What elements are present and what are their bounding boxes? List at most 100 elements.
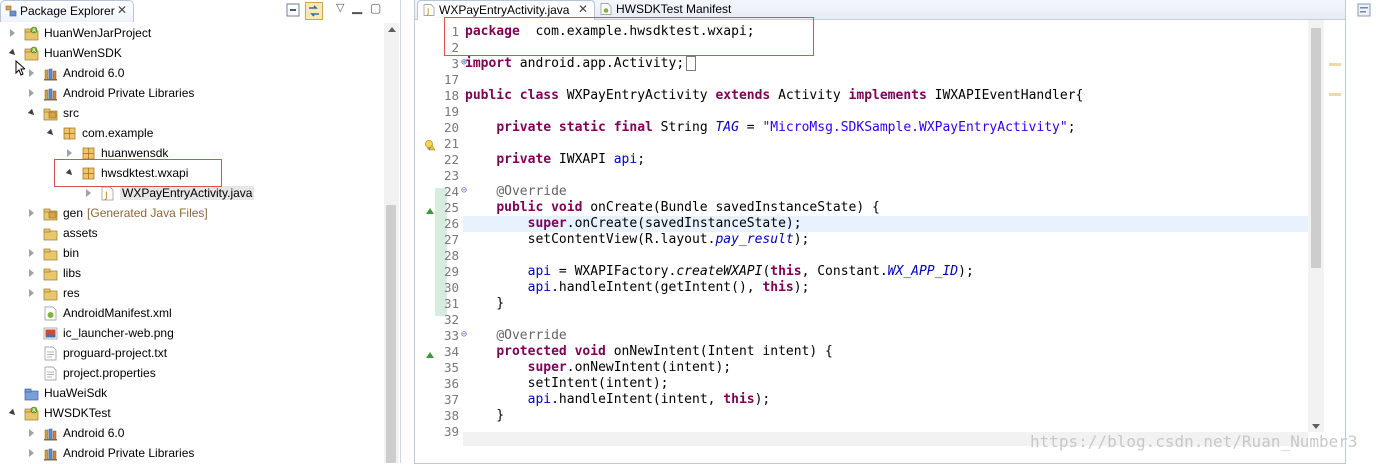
package-explorer-view: Package Explorer ✕ ▽ ▁ ▢ A HuanWenJarProj… xyxy=(0,0,401,463)
code-area[interactable]: package com.example.hwsdktest.wxapi; impo… xyxy=(463,20,1308,432)
expanded-arrow-icon[interactable] xyxy=(8,48,18,58)
code-token: onCreate(Bundle savedInstanceState) { xyxy=(582,200,880,215)
code-token: setContentView(R.layout. xyxy=(465,232,716,247)
tree-scroll-thumb[interactable] xyxy=(386,205,396,463)
expanded-arrow-icon[interactable] xyxy=(46,128,56,138)
line-number: 38 xyxy=(443,408,459,423)
tree-item-text: WXPayEntryActivity.java xyxy=(122,186,253,200)
code-token: WXPayEntryActivity xyxy=(558,88,716,103)
code-token: , Constant. xyxy=(801,264,888,279)
scroll-up-icon[interactable] xyxy=(388,27,396,32)
code-line: api.handleIntent(intent, this); xyxy=(465,392,771,408)
code-token: ); xyxy=(793,280,810,295)
scroll-down-icon[interactable] xyxy=(1312,424,1320,429)
code-token: api xyxy=(613,152,638,167)
tree-item[interactable]: libs xyxy=(0,263,384,283)
minimize-icon[interactable]: ▁ xyxy=(352,0,368,16)
tree-item-label: ic_launcher-web.png xyxy=(63,326,174,340)
code-line: public class WXPayEntryActivity extends … xyxy=(465,88,1083,104)
tree-item[interactable]: assets xyxy=(0,223,384,243)
editor-scroll-thumb[interactable] xyxy=(1311,28,1321,268)
library-icon xyxy=(44,68,57,81)
tree-item[interactable]: project.properties xyxy=(0,363,384,383)
maximize-icon[interactable]: ▢ xyxy=(370,1,386,17)
tree-item-label: libs xyxy=(63,266,81,280)
tree-item-label: project.properties xyxy=(63,366,156,380)
tree-item-text: Android 6.0 xyxy=(63,426,125,440)
tree-item[interactable]: AndroidManifest.xml xyxy=(0,303,384,323)
code-token: String xyxy=(652,120,716,135)
tree-item-label: res xyxy=(63,286,80,300)
collapsed-arrow-icon[interactable] xyxy=(29,289,34,297)
outline-view-icon[interactable] xyxy=(1356,2,1372,18)
tree-item[interactable]: A HuanWenSDK xyxy=(0,43,384,63)
tree-item-decoration: [Generated Java Files] xyxy=(87,206,208,220)
collapsed-arrow-icon[interactable] xyxy=(86,189,91,197)
close-icon[interactable]: ✕ xyxy=(578,2,588,16)
collapsed-arrow-icon[interactable] xyxy=(29,269,34,277)
line-number: 37 xyxy=(443,392,459,407)
collapsed-arrow-icon[interactable] xyxy=(29,69,34,77)
library-icon xyxy=(44,88,57,101)
collapsed-arrow-icon[interactable] xyxy=(10,29,15,37)
code-token: ); xyxy=(754,392,771,407)
close-icon[interactable]: ✕ xyxy=(117,3,127,17)
tab-package-explorer[interactable]: Package Explorer ✕ xyxy=(0,0,134,22)
collapsed-arrow-icon[interactable] xyxy=(29,249,34,257)
overview-marker[interactable] xyxy=(1329,63,1341,66)
editor-vertical-scrollbar[interactable] xyxy=(1308,20,1324,432)
svg-text:A: A xyxy=(32,28,36,34)
tree-vertical-scrollbar[interactable] xyxy=(384,23,399,463)
collapsed-arrow-icon[interactable] xyxy=(29,209,34,217)
collapsed-arrow-icon[interactable] xyxy=(29,429,34,437)
tree-item-text: com.example xyxy=(82,126,154,140)
overview-marker[interactable] xyxy=(1329,93,1341,96)
tree-item[interactable]: gen [Generated Java Files] xyxy=(0,203,384,223)
tree-item[interactable]: Android Private Libraries xyxy=(0,83,384,103)
code-token: = xyxy=(738,120,763,135)
link-with-editor-icon[interactable] xyxy=(305,2,323,20)
view-menu-icon[interactable]: ▽ xyxy=(336,1,352,17)
tree-item[interactable]: Android 6.0 xyxy=(0,63,384,83)
text-file-icon xyxy=(44,366,57,381)
tree-item[interactable]: proguard-project.txt xyxy=(0,343,384,363)
editor-tab-label: WXPayEntryActivity.java xyxy=(439,3,570,17)
collapsed-arrow-icon[interactable] xyxy=(67,149,72,157)
code-token: protected void xyxy=(496,344,606,359)
expanded-arrow-icon[interactable] xyxy=(27,108,37,118)
tree-item-text: AndroidManifest.xml xyxy=(63,306,172,320)
code-token: api xyxy=(527,264,552,279)
editor-tab-label: HWSDKTest Manifest xyxy=(616,2,732,16)
tree-item[interactable]: ic_launcher-web.png xyxy=(0,323,384,343)
tree-item[interactable]: A HWSDKTest xyxy=(0,403,384,423)
line-number: 3 xyxy=(451,56,459,71)
tree-item[interactable]: Android 6.0 xyxy=(0,423,384,443)
tree-item[interactable]: com.example xyxy=(0,123,384,143)
code-token: pay_result xyxy=(715,232,794,247)
tree-item[interactable]: HuaWeiSdk xyxy=(0,383,384,403)
tree-item[interactable]: src xyxy=(0,103,384,123)
expanded-arrow-icon[interactable] xyxy=(8,408,18,418)
folded-code-marker[interactable] xyxy=(686,56,697,71)
highlight-box-package xyxy=(54,159,222,187)
collapsed-arrow-icon[interactable] xyxy=(29,449,34,457)
tree-item-text: HuanWenSDK xyxy=(44,46,122,60)
tree-item-text: libs xyxy=(63,266,82,280)
code-token: TAG xyxy=(715,120,739,135)
tree-item-label: HuaWeiSdk xyxy=(44,386,107,400)
code-line: setContentView(R.layout.pay_result); xyxy=(465,232,810,248)
line-number: 17 xyxy=(443,72,459,87)
tree-item[interactable]: bin xyxy=(0,243,384,263)
tree-item-label: Android Private Libraries xyxy=(63,446,194,460)
code-line: api.handleIntent(getIntent(), this); xyxy=(465,280,810,296)
collapsed-arrow-icon[interactable] xyxy=(29,89,34,97)
tree-item-label: Android 6.0 xyxy=(63,426,124,440)
tree-item[interactable]: A HuanWenJarProject xyxy=(0,23,384,43)
tree-item[interactable]: res xyxy=(0,283,384,303)
collapse-all-icon[interactable] xyxy=(285,2,301,18)
tree-item[interactable]: Android Private Libraries xyxy=(0,443,384,463)
code-token: @Override xyxy=(496,184,567,199)
